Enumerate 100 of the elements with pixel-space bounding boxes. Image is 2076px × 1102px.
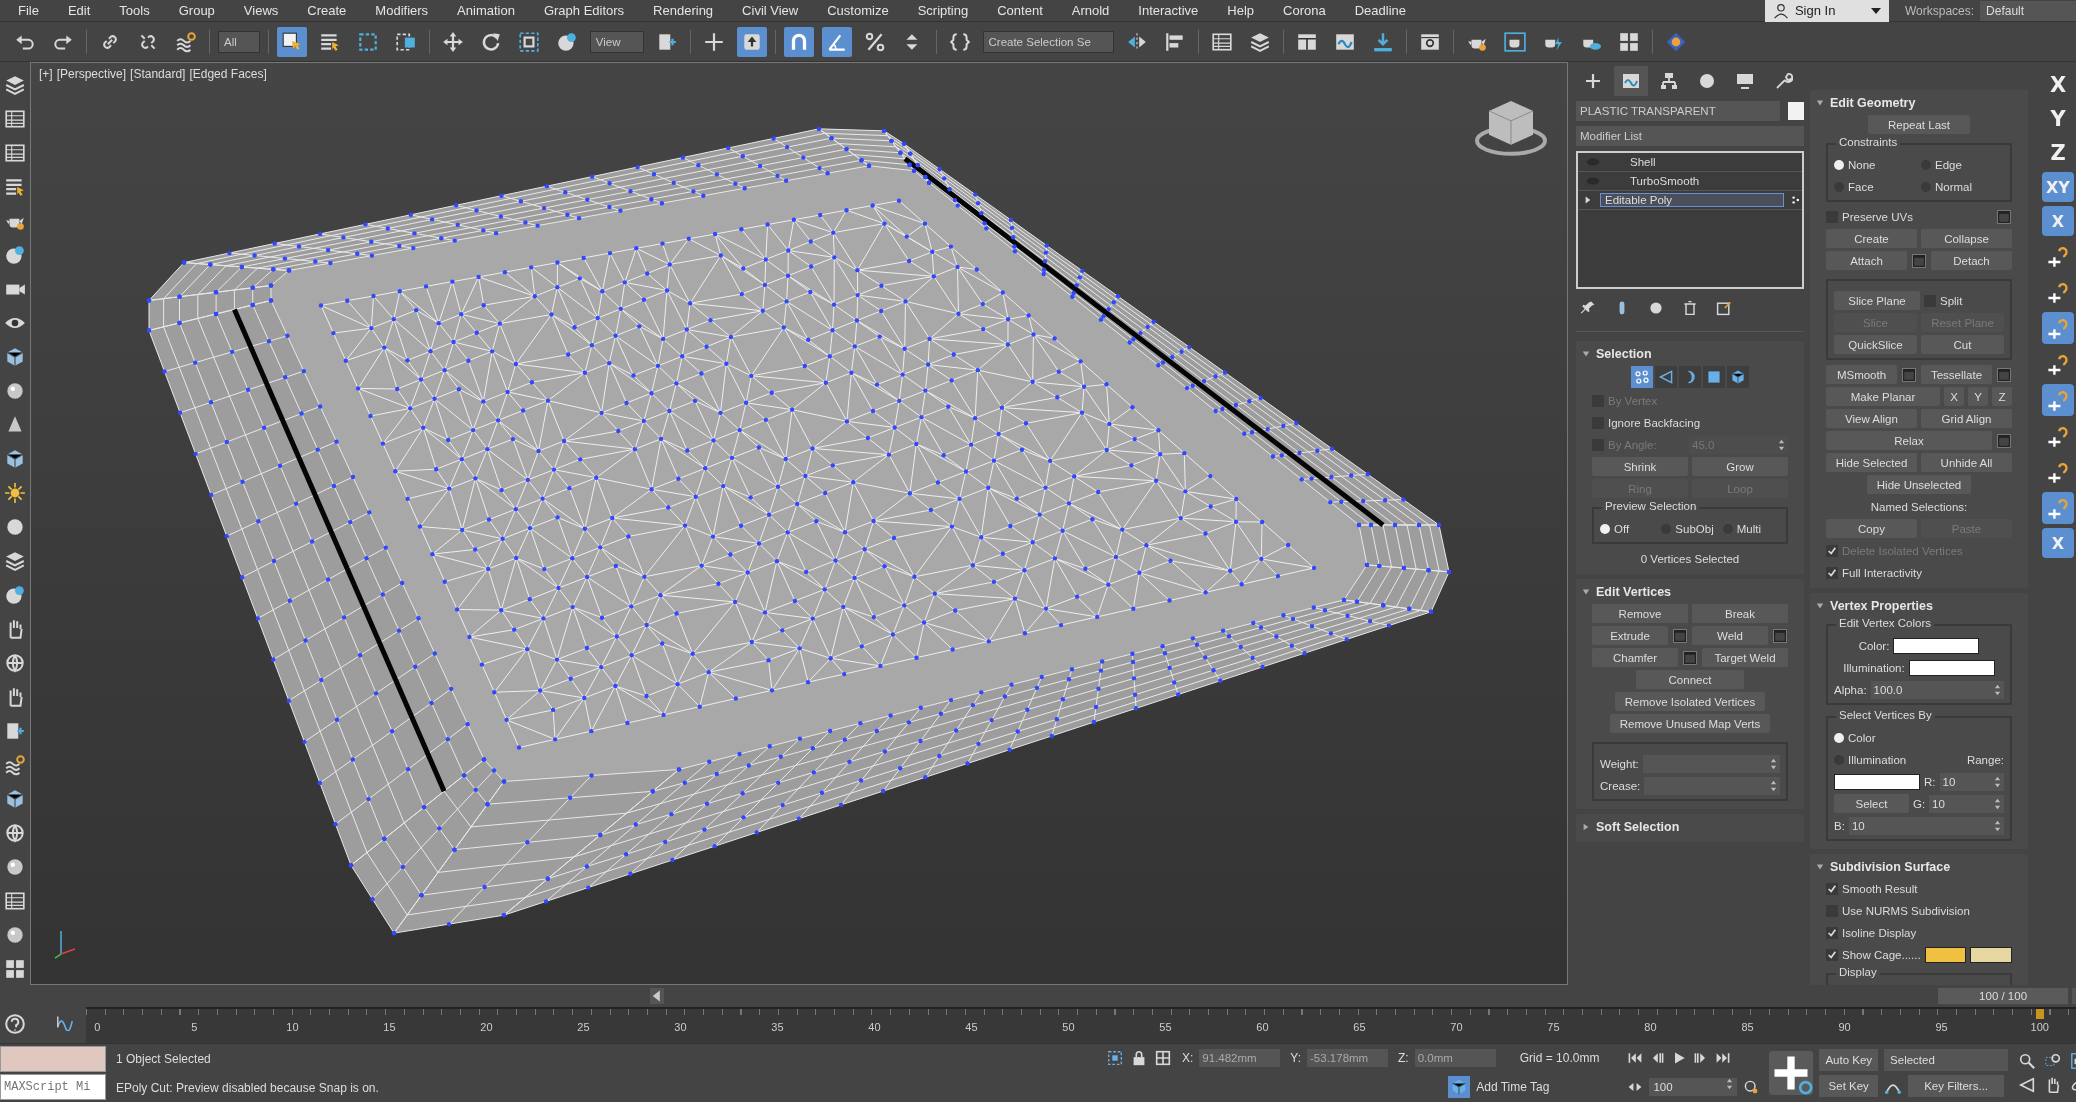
layers-icon[interactable]	[4, 550, 26, 572]
checkbox[interactable]: Use NURMS Subdivision	[1826, 904, 2012, 917]
curve-window-icon[interactable]	[1614, 66, 1648, 96]
settings-icon[interactable]	[1911, 252, 1927, 269]
coordinate-field[interactable]: 91.482mm	[1199, 1048, 1281, 1067]
workspaces-dropdown[interactable]: Default	[1980, 0, 2076, 21]
radio-button[interactable]: Face	[1834, 180, 1917, 193]
color-swatch[interactable]	[1970, 946, 2012, 963]
checkbox[interactable]: Show Cage......	[1826, 948, 1921, 961]
spinner-arrows-icon[interactable]	[1994, 683, 2001, 696]
checkbox[interactable]: Preserve UVs	[1826, 210, 1992, 223]
stack-item[interactable]: TurboSmooth	[1578, 172, 1802, 191]
radio-button[interactable]: Edge	[1921, 158, 2004, 171]
caret-icon[interactable]	[1582, 588, 1590, 596]
axis-snap-button[interactable]: X	[2042, 206, 2074, 236]
panel-button[interactable]: Detach	[1931, 251, 2012, 270]
menu-item[interactable]: Scripting	[917, 3, 969, 18]
circle-icon[interactable]	[4, 516, 26, 538]
panel-button[interactable]: Shrink	[1592, 457, 1688, 476]
panel-button[interactable]: Grow	[1692, 457, 1788, 476]
panel-button[interactable]: Remove	[1592, 604, 1688, 623]
panel-button[interactable]: Remove Unused Map Verts	[1609, 714, 1771, 733]
search-icon[interactable]	[2018, 1052, 2037, 1070]
view-cube-drawing[interactable]	[1475, 100, 1547, 156]
axis-button[interactable]: Y	[1968, 387, 1988, 406]
crescent-icon[interactable]	[1679, 366, 1701, 388]
axis-constraint-button[interactable]: Z	[2042, 138, 2074, 168]
panel-button[interactable]: Select	[1834, 794, 1909, 813]
viewport-label[interactable]: [Edged Faces]	[189, 67, 267, 81]
set-key-plus-icon[interactable]	[1769, 1051, 1814, 1095]
caret-icon[interactable]	[1816, 602, 1824, 610]
coordinate-field[interactable]: 0.0mm	[1414, 1048, 1496, 1067]
frame-select-icon[interactable]	[1106, 1048, 1124, 1067]
menu-item[interactable]: Modifiers	[375, 3, 429, 18]
radio-button[interactable]: Normal	[1921, 180, 2004, 193]
menu-item[interactable]: Customize	[827, 3, 889, 18]
panel-button[interactable]: Extrude	[1592, 626, 1668, 645]
spinner-arrows-icon[interactable]	[1726, 1078, 1734, 1090]
viewport-label[interactable]: [Perspective]	[56, 67, 127, 81]
caret-icon[interactable]	[1582, 350, 1590, 358]
panel-button[interactable]: View Align	[1826, 409, 1917, 428]
toolbar-dropdown[interactable]: All	[218, 30, 260, 53]
radio-button[interactable]: SubObj	[1661, 522, 1719, 535]
settings-icon[interactable]	[1772, 627, 1788, 644]
cube-icon[interactable]	[1448, 1075, 1471, 1098]
settings-icon[interactable]	[1682, 649, 1698, 666]
to-end-icon[interactable]	[1715, 1050, 1732, 1066]
radio-button[interactable]: Off	[1600, 522, 1658, 535]
rollout-title[interactable]: Selection	[1596, 347, 1652, 361]
menu-item[interactable]: Help	[1227, 3, 1255, 18]
spinner-field[interactable]: 10	[1939, 772, 2004, 791]
spinner-field[interactable]: 10	[1848, 816, 2004, 835]
spinner-arrows-icon[interactable]	[1770, 757, 1777, 770]
menu-item[interactable]: Interactive	[1138, 3, 1199, 18]
menu-item[interactable]: Corona	[1283, 3, 1326, 18]
panel-button[interactable]: Hide Unselected	[1866, 475, 1972, 494]
panel-button[interactable]: Copy	[1826, 519, 1917, 538]
menu-item[interactable]: Edit	[67, 3, 91, 18]
spinner-arrows-icon[interactable]	[1994, 797, 2001, 810]
panel-button[interactable]: Repeat Last	[1867, 115, 1971, 134]
target-icon[interactable]	[1154, 1048, 1172, 1067]
color-swatch[interactable]	[1908, 659, 1995, 676]
caret-icon[interactable]	[1816, 99, 1824, 107]
key-filters-button[interactable]: Key Filters...	[1908, 1075, 2005, 1097]
magnet-icon[interactable]	[783, 26, 814, 57]
menu-item[interactable]: Group	[178, 3, 215, 18]
panel-button[interactable]: Unhide All	[1921, 453, 2012, 472]
pin-icon[interactable]	[1580, 300, 1596, 316]
to-start-icon[interactable]	[1627, 1050, 1644, 1066]
cube-icon[interactable]	[1727, 366, 1749, 388]
checkbox[interactable]: Ignore Backfacing	[1592, 416, 1788, 429]
time-slider-track[interactable]: 100 / 100	[668, 988, 2069, 1004]
panel-button[interactable]: Tessellate	[1921, 365, 1992, 384]
checkbox[interactable]: Smooth Result	[1826, 882, 2012, 895]
panel-button[interactable]: Create	[1826, 229, 1917, 248]
color-swatch[interactable]	[1924, 946, 1967, 963]
panel-button[interactable]: Cut	[1921, 335, 2004, 354]
panel-button[interactable]: Collapse	[1921, 229, 2012, 248]
spinner-field[interactable]: 10	[1929, 794, 2004, 813]
add-time-tag-link[interactable]: Add Time Tag	[1476, 1079, 1550, 1094]
sign-in-dropdown[interactable]: Sign In	[1764, 0, 1889, 22]
sphere-arrow-icon[interactable]	[4, 244, 26, 266]
previous-frame-icon[interactable]	[650, 988, 665, 1004]
settings-icon[interactable]	[1996, 208, 2012, 225]
panel-button[interactable]: Weld	[1692, 626, 1768, 645]
checkbox[interactable]: Isoline Display	[1826, 926, 2012, 939]
triangle-outline-icon[interactable]	[1655, 366, 1677, 388]
panel-button[interactable]: Make Planar	[1826, 387, 1940, 406]
settings-icon[interactable]	[1996, 432, 2012, 449]
current-frame-field[interactable]: 100	[1649, 1078, 1738, 1096]
rollout-title[interactable]: Soft Selection	[1596, 820, 1680, 834]
menu-item[interactable]: Create	[307, 3, 347, 18]
trash-icon[interactable]	[1682, 300, 1698, 316]
box-icon[interactable]	[4, 448, 26, 470]
panel-button[interactable]: Connect	[1636, 670, 1744, 689]
script-input-field[interactable]: MAXScript Mi	[0, 1074, 106, 1100]
spinner-arrows-icon[interactable]	[1994, 819, 2001, 832]
radio-button[interactable]: None	[1834, 158, 1917, 171]
object-color-swatch[interactable]	[1788, 102, 1804, 120]
cursor-icon[interactable]	[276, 26, 307, 57]
